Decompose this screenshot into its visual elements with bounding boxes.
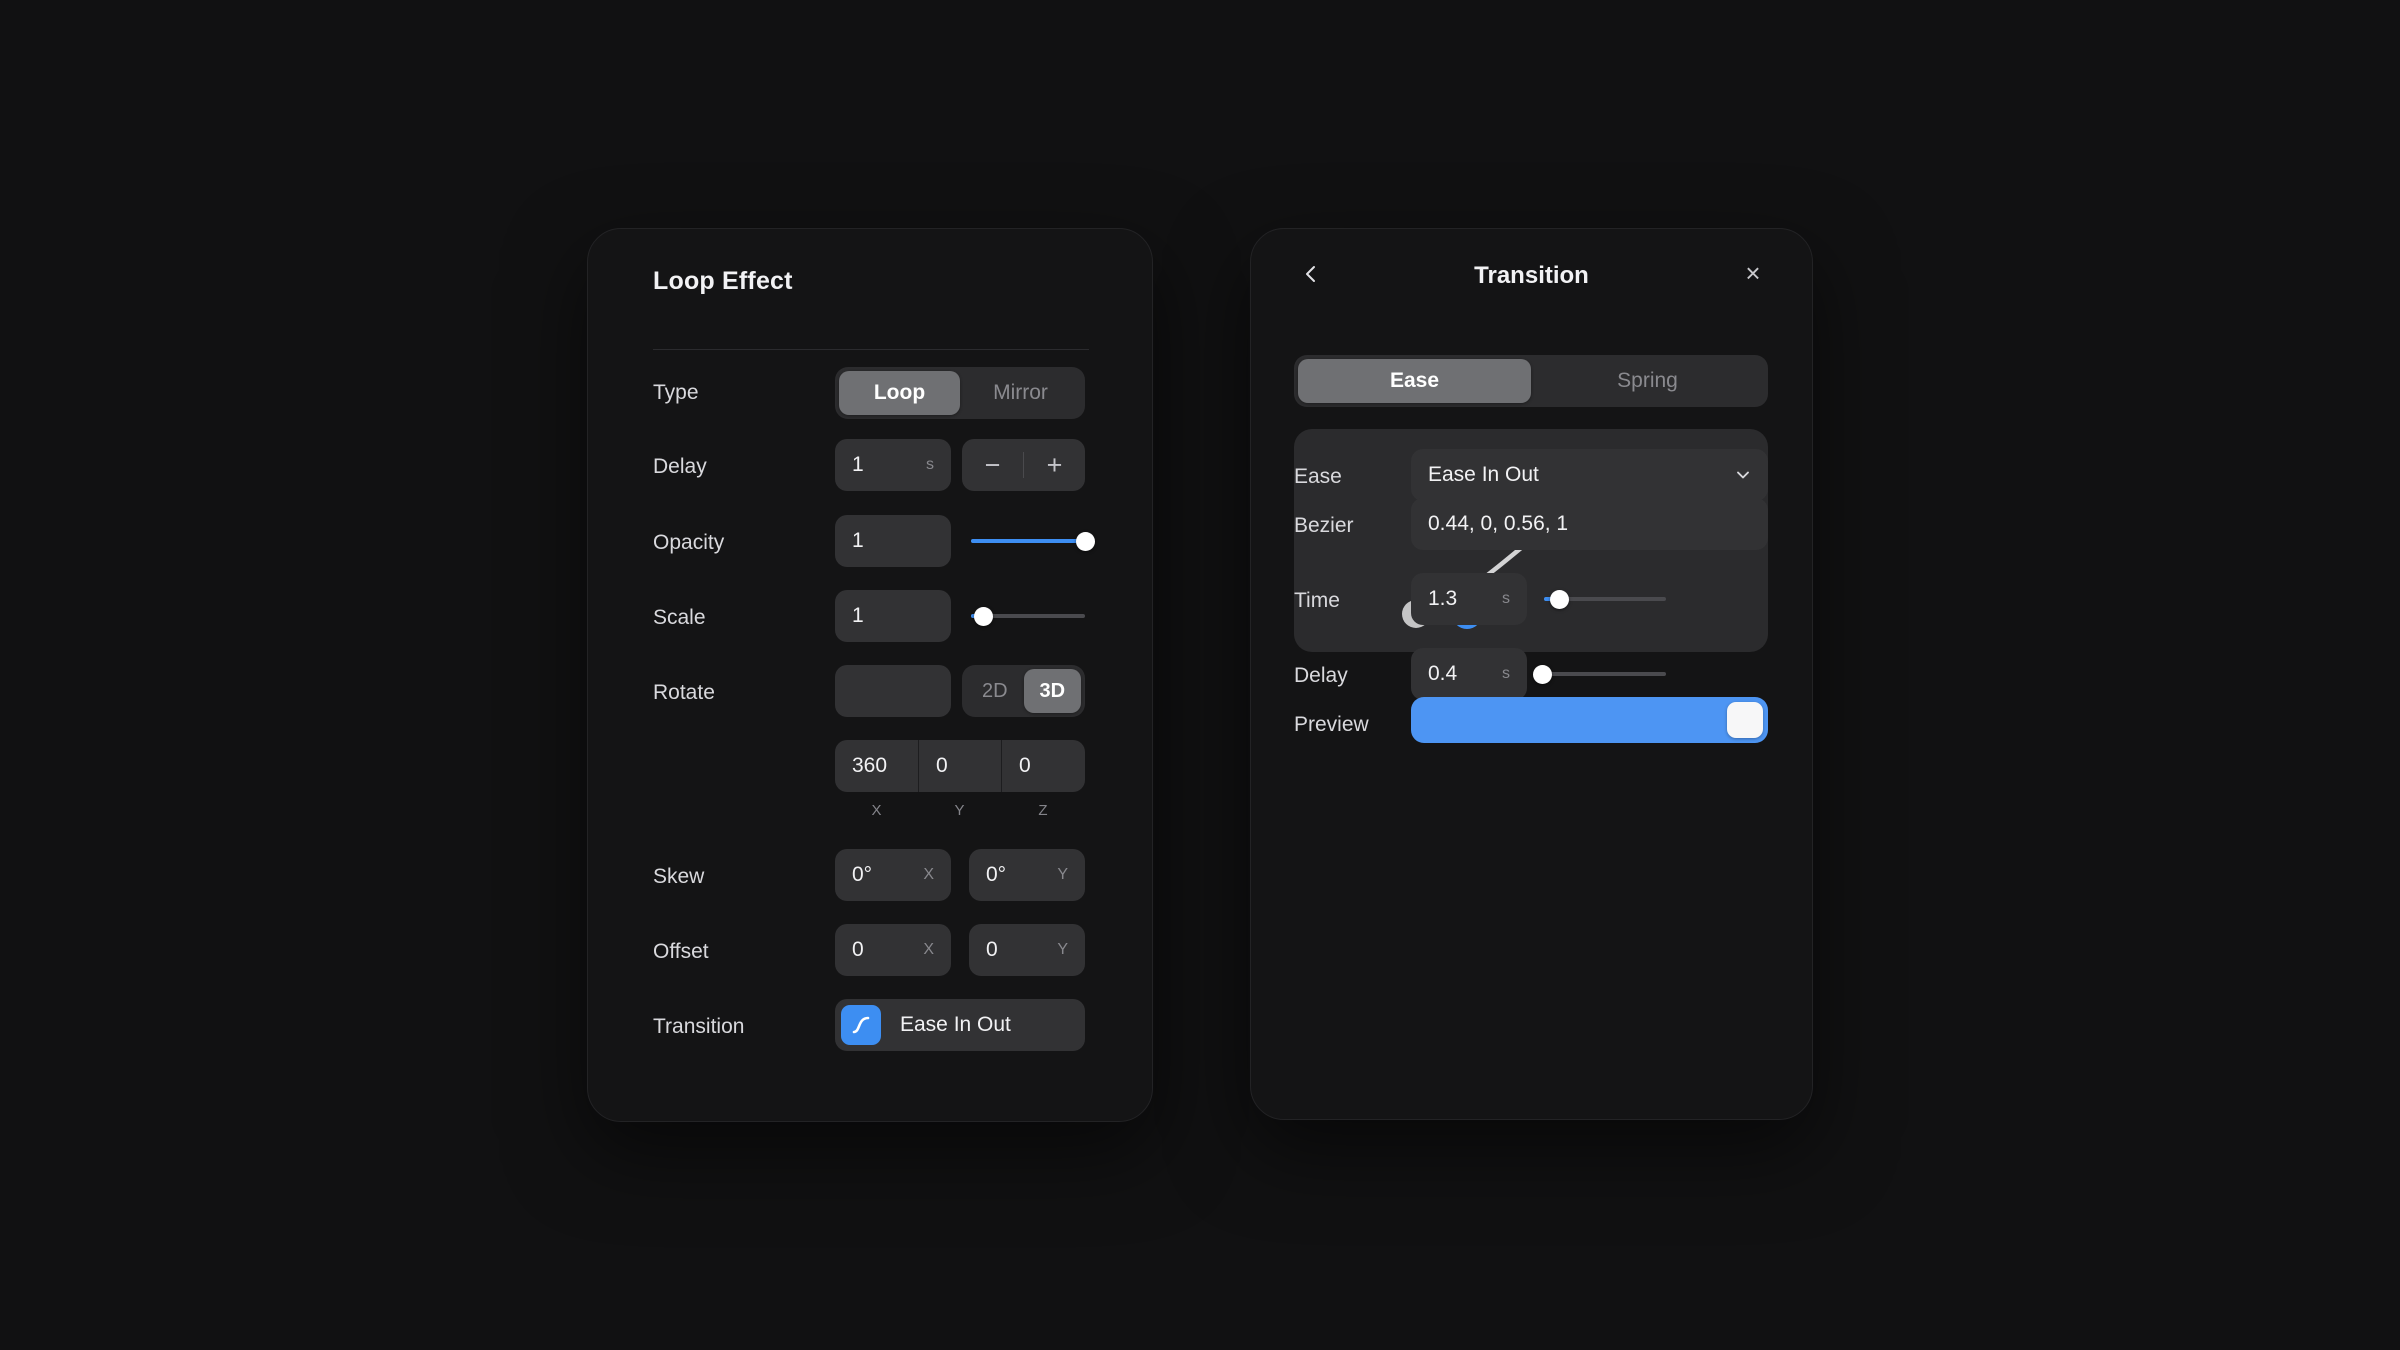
time-unit: s (1502, 590, 1510, 607)
time-slider-knob[interactable] (1550, 589, 1570, 609)
row-label-transition: Transition (653, 1015, 745, 1038)
transition-value: Ease In Out (900, 1013, 1011, 1036)
axis-label-z: Z (1038, 802, 1048, 819)
header-divider (653, 349, 1089, 350)
rotate-mode-3d[interactable]: 3D (1023, 669, 1081, 713)
opacity-input[interactable]: 1 (835, 515, 951, 567)
row-label-transition-delay: Delay (1294, 664, 1348, 687)
transition-delay-slider-track (1537, 672, 1666, 676)
transition-type-tabs[interactable]: Ease Spring (1294, 355, 1768, 407)
offset-x-value: 0 (852, 938, 864, 961)
rotate-mode-segmented-control[interactable]: 2D 3D (962, 665, 1085, 717)
tab-ease[interactable]: Ease (1298, 359, 1531, 403)
delay-increment-button[interactable]: + (1024, 439, 1085, 491)
transition-delay-input[interactable]: 0.4 s (1411, 648, 1527, 700)
row-label-preview: Preview (1294, 713, 1369, 736)
delay-unit: s (926, 456, 934, 473)
opacity-slider-fill (971, 539, 1085, 543)
rotate-axis-fields[interactable]: 360 0 0 (835, 740, 1085, 792)
offset-x-axis-label: X (923, 941, 934, 958)
rotate-axis-labels: X Y Z (835, 802, 1085, 819)
offset-y-input[interactable]: 0 Y (969, 924, 1085, 976)
delay-value: 1 (852, 453, 864, 476)
time-input[interactable]: 1.3 s (1411, 573, 1527, 625)
transition-delay-slider-knob[interactable] (1532, 664, 1552, 684)
scale-slider-knob[interactable] (974, 606, 994, 626)
transition-panel: Transition × Ease Spring Ease Ease In Ou… (1250, 228, 1813, 1120)
type-option-loop[interactable]: Loop (839, 371, 960, 415)
row-label-skew: Skew (653, 865, 705, 888)
rotate-x-input[interactable]: 360 (835, 740, 918, 792)
delay-input[interactable]: 1 s (835, 439, 951, 491)
transition-panel-header: Transition × (1251, 229, 1812, 339)
row-label-scale: Scale (653, 606, 706, 629)
preview-toggle-knob (1727, 702, 1763, 738)
opacity-slider-knob[interactable] (1075, 531, 1095, 551)
row-label-bezier: Bezier (1294, 514, 1354, 537)
page-title: Transition (1474, 262, 1589, 289)
offset-y-axis-label: Y (1057, 941, 1068, 958)
opacity-value: 1 (852, 529, 864, 552)
row-label-rotate: Rotate (653, 681, 715, 704)
scale-input[interactable]: 1 (835, 590, 951, 642)
delay-decrement-button[interactable]: − (962, 439, 1023, 491)
row-label-time: Time (1294, 589, 1340, 612)
chevron-down-icon (1734, 466, 1752, 484)
page-title: Loop Effect (653, 267, 793, 295)
skew-y-value: 0° (986, 863, 1007, 886)
transition-delay-value: 0.4 (1428, 662, 1458, 685)
rotate-y-input[interactable]: 0 (918, 740, 1001, 792)
bezier-input[interactable]: 0.44, 0, 0.56, 1 (1411, 498, 1768, 550)
delay-stepper[interactable]: − + (962, 439, 1085, 491)
axis-label-x: X (871, 802, 882, 819)
close-icon[interactable]: × (1736, 256, 1770, 290)
app-canvas: Loop Effect × Type Loop Mirror Delay 1 s… (0, 0, 2400, 1350)
opacity-slider[interactable] (971, 531, 1095, 551)
row-label-delay: Delay (653, 455, 707, 478)
row-label-type: Type (653, 381, 699, 404)
skew-y-input[interactable]: 0° Y (969, 849, 1085, 901)
tab-spring[interactable]: Spring (1531, 359, 1764, 403)
offset-x-input[interactable]: 0 X (835, 924, 951, 976)
ease-dropdown[interactable]: Ease In Out (1411, 449, 1768, 501)
time-slider[interactable] (1544, 589, 1666, 609)
loop-effect-panel: Loop Effect × Type Loop Mirror Delay 1 s… (587, 228, 1669, 1122)
rotate-mode-2d[interactable]: 2D (966, 669, 1024, 713)
type-option-mirror[interactable]: Mirror (960, 371, 1081, 415)
loop-panel-header: Loop Effect × (588, 229, 1669, 339)
axis-label-y: Y (954, 802, 965, 819)
ease-dropdown-value: Ease In Out (1428, 463, 1539, 486)
transition-delay-slider[interactable] (1532, 664, 1666, 684)
time-value: 1.3 (1428, 587, 1458, 610)
scale-slider[interactable] (971, 606, 1085, 626)
skew-x-value: 0° (852, 863, 873, 886)
scale-value: 1 (852, 604, 864, 627)
ease-curve-icon (841, 1005, 881, 1045)
row-label-offset: Offset (653, 940, 709, 963)
row-label-ease: Ease (1294, 465, 1342, 488)
transition-button[interactable]: Ease In Out (835, 999, 1085, 1051)
preview-toggle[interactable] (1411, 697, 1768, 743)
rotate-input[interactable] (835, 665, 951, 717)
transition-delay-unit: s (1502, 665, 1510, 682)
row-label-opacity: Opacity (653, 531, 725, 554)
skew-x-input[interactable]: 0° X (835, 849, 951, 901)
offset-y-value: 0 (986, 938, 998, 961)
type-segmented-control[interactable]: Loop Mirror (835, 367, 1085, 419)
skew-x-axis-label: X (923, 866, 934, 883)
skew-y-axis-label: Y (1057, 866, 1068, 883)
bezier-value: 0.44, 0, 0.56, 1 (1428, 512, 1569, 535)
rotate-z-input[interactable]: 0 (1001, 740, 1085, 792)
